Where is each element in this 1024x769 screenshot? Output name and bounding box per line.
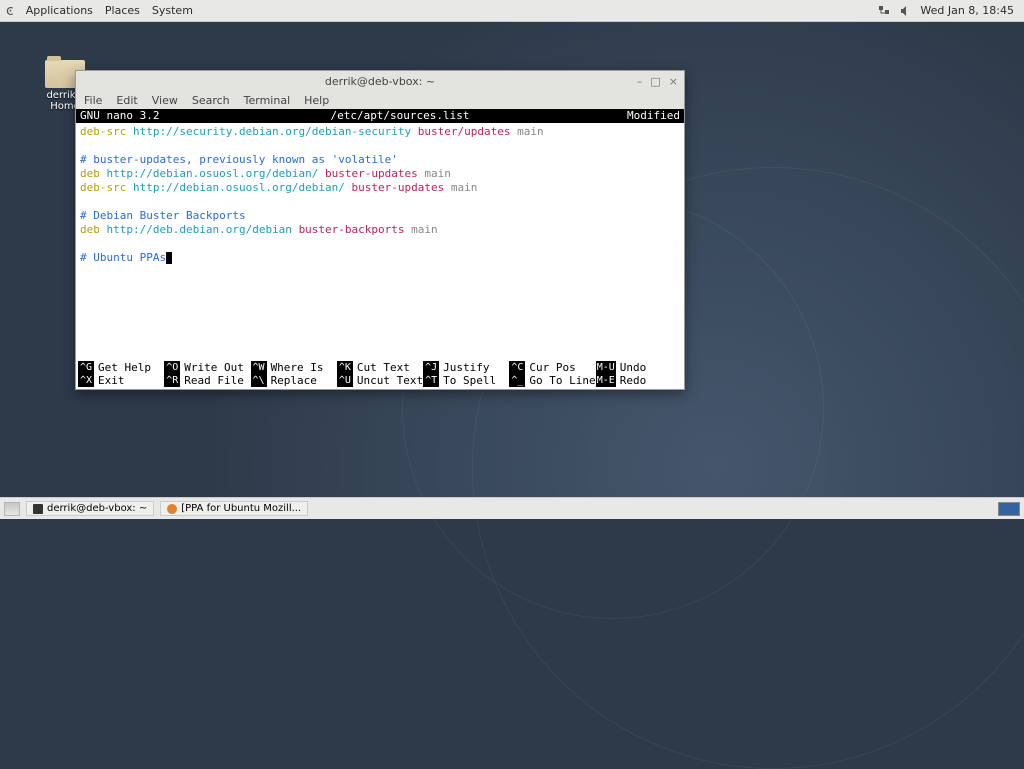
terminal-window: derrik@deb-vbox: ~ – □ × File Edit View …: [75, 70, 685, 390]
menu-places[interactable]: Places: [105, 4, 140, 17]
clock[interactable]: Wed Jan 8, 18:45: [920, 4, 1014, 17]
editor-line: # buster-updates, previously known as 'v…: [80, 153, 680, 167]
editor-line: deb-src http://security.debian.org/debia…: [80, 125, 680, 139]
nano-key-label: Undo: [620, 361, 647, 374]
nano-help-item: M-E Redo: [596, 374, 682, 387]
editor-line: deb http://deb.debian.org/debian buster-…: [80, 223, 680, 237]
editor-line: # Debian Buster Backports: [80, 209, 680, 223]
menu-edit[interactable]: Edit: [116, 94, 137, 107]
nano-key: ^G: [78, 361, 94, 374]
menu-help[interactable]: Help: [304, 94, 329, 107]
task-browser[interactable]: [PPA for Ubuntu Mozill...: [160, 501, 308, 516]
nano-key: ^O: [164, 361, 180, 374]
nano-help-item: M-U Undo: [596, 361, 682, 374]
nano-key-label: Get Help: [98, 361, 151, 374]
window-titlebar[interactable]: derrik@deb-vbox: ~ – □ ×: [76, 71, 684, 91]
text-cursor: [166, 252, 172, 264]
nano-editor[interactable]: deb-src http://security.debian.org/debia…: [76, 123, 684, 265]
nano-key-label: Write Out: [184, 361, 244, 374]
nano-help-item: ^O Write Out: [164, 361, 250, 374]
nano-help-column: ^G Get Help ^X Exit: [78, 361, 164, 387]
nano-key-label: Where Is: [271, 361, 324, 374]
nano-help-item: ^\ Replace: [251, 374, 337, 387]
nano-help-column: ^W Where Is ^\ Replace: [251, 361, 337, 387]
network-icon[interactable]: [878, 5, 892, 17]
show-desktop-button[interactable]: [4, 502, 20, 516]
top-panel: ͼ Applications Places System Wed Jan 8, …: [0, 0, 1024, 22]
nano-key-label: Read File: [184, 374, 244, 387]
nano-key: ^C: [509, 361, 525, 374]
menu-view[interactable]: View: [152, 94, 178, 107]
nano-status: Modified: [600, 109, 680, 123]
nano-key: ^X: [78, 374, 94, 387]
nano-help-item: ^X Exit: [78, 374, 164, 387]
nano-key: ^T: [423, 374, 439, 387]
terminal-content[interactable]: GNU nano 3.2 /etc/apt/sources.list Modif…: [76, 109, 684, 389]
nano-key-label: Justify: [443, 361, 489, 374]
nano-key-label: Exit: [98, 374, 125, 387]
window-title: derrik@deb-vbox: ~: [325, 75, 435, 88]
terminal-menubar: File Edit View Search Terminal Help: [76, 91, 684, 109]
nano-key-label: Redo: [620, 374, 647, 387]
task-list: derrik@deb-vbox: ~ [PPA for Ubuntu Mozill…: [26, 501, 308, 516]
editor-line: deb http://debian.osuosl.org/debian/ bus…: [80, 167, 680, 181]
task-terminal[interactable]: derrik@deb-vbox: ~: [26, 501, 154, 516]
nano-help-item: ^J Justify: [423, 361, 509, 374]
nano-key: M-E: [596, 374, 616, 387]
nano-key: ^J: [423, 361, 439, 374]
nano-help-column: ^J Justify ^T To Spell: [423, 361, 509, 387]
nano-help-column: ^K Cut Text ^U Uncut Text: [337, 361, 423, 387]
task-label: [PPA for Ubuntu Mozill...: [181, 503, 301, 514]
nano-footer: ^G Get Help ^X Exit ^O Write Out ^R Read File ^W…: [76, 361, 684, 389]
nano-key: ^\: [251, 374, 267, 387]
menu-applications[interactable]: Applications: [26, 4, 93, 17]
window-close-button[interactable]: ×: [669, 75, 678, 88]
nano-filename: /etc/apt/sources.list: [200, 109, 600, 123]
editor-line: # Ubuntu PPAs: [80, 251, 680, 265]
nano-help-item: ^G Get Help: [78, 361, 164, 374]
nano-help-column: M-U Undo M-E Redo: [596, 361, 682, 387]
nano-key: M-U: [596, 361, 616, 374]
task-label: derrik@deb-vbox: ~: [47, 503, 147, 514]
editor-line: deb-src http://debian.osuosl.org/debian/…: [80, 181, 680, 195]
nano-key: ^R: [164, 374, 180, 387]
nano-key-label: Uncut Text: [357, 374, 423, 387]
nano-key: ^U: [337, 374, 353, 387]
terminal-icon: [33, 504, 43, 514]
menu-terminal[interactable]: Terminal: [244, 94, 291, 107]
nano-help-item: ^R Read File: [164, 374, 250, 387]
nano-key: ^K: [337, 361, 353, 374]
nano-help-item: ^W Where Is: [251, 361, 337, 374]
nano-help-item: ^K Cut Text: [337, 361, 423, 374]
editor-line: [80, 139, 680, 153]
window-maximize-button[interactable]: □: [650, 75, 660, 88]
editor-line: [80, 237, 680, 251]
editor-line: [80, 195, 680, 209]
nano-key: ^_: [509, 374, 525, 387]
nano-help-item: ^_ Go To Line: [509, 374, 595, 387]
nano-help-column: ^C Cur Pos ^_ Go To Line: [509, 361, 595, 387]
nano-header: GNU nano 3.2 /etc/apt/sources.list Modif…: [76, 109, 684, 123]
nano-help-item: ^T To Spell: [423, 374, 509, 387]
nano-key: ^W: [251, 361, 267, 374]
nano-key-label: To Spell: [443, 374, 496, 387]
gnome-logo-icon: ͼ: [6, 3, 14, 19]
nano-key-label: Cut Text: [357, 361, 410, 374]
web-icon: [167, 504, 177, 514]
nano-help-item: ^U Uncut Text: [337, 374, 423, 387]
nano-key-label: Cur Pos: [529, 361, 575, 374]
nano-key-label: Replace: [271, 374, 317, 387]
nano-key-label: Go To Line: [529, 374, 595, 387]
menu-system[interactable]: System: [152, 4, 193, 17]
nano-help-column: ^O Write Out ^R Read File: [164, 361, 250, 387]
nano-help-item: ^C Cur Pos: [509, 361, 595, 374]
window-minimize-button[interactable]: –: [637, 75, 643, 88]
nano-app-name: GNU nano 3.2: [80, 109, 200, 123]
menu-file[interactable]: File: [84, 94, 102, 107]
menu-search[interactable]: Search: [192, 94, 230, 107]
workspace-pager[interactable]: [998, 502, 1020, 516]
bottom-taskbar: derrik@deb-vbox: ~ [PPA for Ubuntu Mozill…: [0, 497, 1024, 519]
volume-icon[interactable]: [900, 5, 912, 17]
